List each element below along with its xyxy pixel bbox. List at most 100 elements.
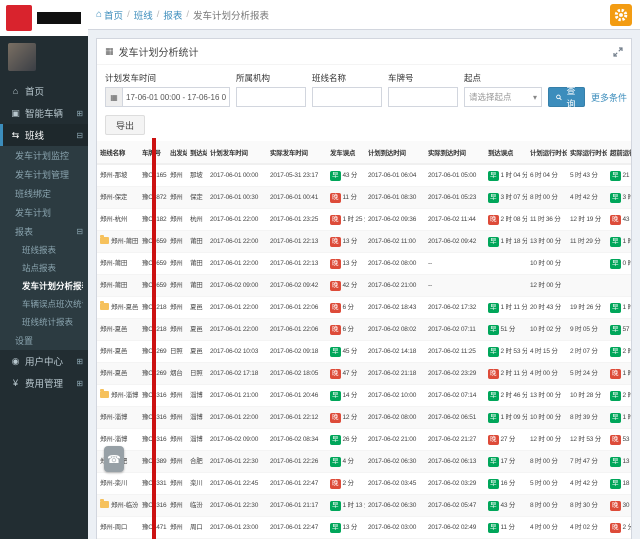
cell-route: 郑州-莆田 (97, 275, 139, 297)
filter-label: 所属机构 (236, 72, 306, 84)
report-table: 班线名称车牌号出发站到达站计划发车时间实际发车时间发车误点计划到达时间实际到达时… (97, 141, 631, 539)
sidebar-subitem[interactable]: 发车计划管理 (0, 165, 88, 184)
folder-icon[interactable] (100, 501, 109, 508)
column-header-adep[interactable]: 实际发车时间 (267, 141, 327, 164)
folder-icon[interactable] (100, 303, 109, 310)
expand-icon[interactable] (613, 47, 623, 57)
sidebar-item[interactable]: ⇆班线⊟ (0, 124, 88, 146)
plan-depart-time-input[interactable] (122, 87, 230, 107)
column-header-from[interactable]: 出发站 (167, 141, 187, 164)
filter-label: 班线名称 (312, 72, 382, 84)
cell-run: 早57 分 (607, 319, 631, 341)
sidebar-subitem[interactable]: 报表⊟ (0, 222, 88, 241)
breadcrumb-item[interactable]: 发车计划分析报表 (193, 8, 269, 22)
table-row[interactable]: 郑州-淄博豫C5316郑州淄博2017-06-01 21:002017-06-0… (97, 385, 631, 407)
filter-organization: 所属机构 (236, 72, 306, 107)
table-row[interactable]: 郑州-夏邑豫C3269日照夏邑2017-06-02 10:032017-06-0… (97, 341, 631, 363)
settings-gear-button[interactable] (610, 4, 632, 26)
expand-icon: ⊞ (76, 379, 83, 388)
cell-ad: 晚27 分 (485, 429, 527, 451)
table-row[interactable]: 郑州-夏邑豫C3218郑州夏邑2017-06-01 22:002017-06-0… (97, 297, 631, 319)
folder-icon[interactable] (100, 391, 109, 398)
early-badge: 早 (610, 391, 621, 401)
sidebar-item-label: 发车计划管理 (15, 168, 83, 181)
column-header-parr[interactable]: 计划到达时间 (365, 141, 425, 164)
cell-adep: 2017-06-02 09:42 (267, 275, 327, 297)
sidebar-subitem[interactable]: 发车计划 (0, 203, 88, 222)
sidebar-item[interactable]: ¥费用管理⊞ (0, 372, 88, 394)
table-row[interactable]: 郑州-夏邑豫C3269烟台日照2017-06-02 17:182017-06-0… (97, 363, 631, 385)
cell-dd: 晚2 分 (327, 473, 365, 495)
column-header-adur[interactable]: 实际运行时长 (567, 141, 607, 164)
cell-parr: 2017-06-02 21:00 (365, 275, 425, 297)
table-row[interactable]: 郑州-淄博豫C5316郑州淄博2017-06-01 22:002017-06-0… (97, 407, 631, 429)
sidebar-subitem[interactable]: 班线绑定 (0, 184, 88, 203)
sidebar-subitem[interactable]: 班线统计报表 (0, 313, 88, 331)
cell-adep: 2017-06-01 22:47 (267, 517, 327, 539)
report-panel: ▦ 发车计划分析统计 计划发车时间 ▦ 所属机构 (96, 38, 632, 539)
plate-number-input[interactable] (388, 87, 458, 107)
sidebar-subitem[interactable]: 设置 (0, 331, 88, 350)
folder-icon[interactable] (100, 237, 109, 244)
column-header-route[interactable]: 班线名称 (97, 141, 139, 164)
cell-pdep: 2017-06-02 17:18 (207, 363, 267, 385)
sidebar-subitem[interactable]: 发车计划分析报表 (0, 277, 88, 295)
sidebar-item[interactable]: ◉用户中心⊞ (0, 350, 88, 372)
origin-select-value: 请选择起点 (469, 91, 512, 103)
cell-from: 郑州 (167, 275, 187, 297)
cell-dd: 晚11 分 (327, 187, 365, 209)
sidebar-subitem[interactable]: 发车计划监控 (0, 146, 88, 165)
sidebar-subitem[interactable]: 车辆误点班次统计 (0, 295, 88, 313)
late-badge: 晚 (330, 259, 341, 269)
early-badge: 早 (488, 479, 499, 489)
app-logo[interactable] (6, 5, 32, 31)
late-badge: 晚 (330, 215, 341, 225)
cell-adep: 2017-06-02 09:18 (267, 341, 327, 363)
sidebar-submenu: 发车计划监控发车计划管理班线绑定发车计划报表⊟班线报表站点报表发车计划分析报表车… (0, 146, 88, 350)
breadcrumb-item[interactable]: ⌂首页 (96, 8, 123, 22)
table-row[interactable]: 郑州-合肥豫C7389郑州合肥2017-06-01 22:302017-06-0… (97, 451, 631, 473)
export-button[interactable]: 导出 (105, 115, 145, 135)
cell-adep: 2017-06-02 18:05 (267, 363, 327, 385)
table-row[interactable]: 郑州-夏邑豫C3218郑州夏邑2017-06-01 22:002017-06-0… (97, 319, 631, 341)
sidebar-item[interactable]: ▣智能车辆⊞ (0, 102, 88, 124)
column-header-ad[interactable]: 到达误点 (485, 141, 527, 164)
late-badge: 晚 (610, 215, 621, 225)
sidebar-item-label: 站点报表 (22, 262, 83, 274)
cell-pdur: 5 时 00 分 (527, 473, 567, 495)
column-header-dd[interactable]: 发车误点 (327, 141, 365, 164)
sidebar-subitem[interactable]: 班线报表 (0, 241, 88, 259)
cell-pdep: 2017-06-01 22:00 (207, 253, 267, 275)
early-badge: 早 (610, 303, 621, 313)
origin-select[interactable]: 请选择起点 ▾ (464, 87, 542, 107)
column-header-aarr[interactable]: 实际到达时间 (425, 141, 485, 164)
table-row[interactable]: 郑州-那坡豫C8165郑州那坡2017-06-01 00:002017-05-3… (97, 164, 631, 187)
table-row[interactable]: 郑州-保定豫C4872郑州保定2017-06-01 00:302017-06-0… (97, 187, 631, 209)
table-row[interactable]: 郑州-杭州豫C6182郑州杭州2017-06-01 22:002017-06-0… (97, 209, 631, 231)
sidebar-subitem[interactable]: 站点报表 (0, 259, 88, 277)
table-row[interactable]: 郑州-淄博豫C5316郑州淄博2017-06-02 09:002017-06-0… (97, 429, 631, 451)
column-header-pdur[interactable]: 计划运行时长 (527, 141, 567, 164)
column-header-pdep[interactable]: 计划发车时间 (207, 141, 267, 164)
column-header-to[interactable]: 到达站 (187, 141, 207, 164)
search-button[interactable]: 查询 (548, 87, 585, 107)
table-row[interactable]: 郑州-临汾豫C9316郑州临汾2017-06-01 22:302017-06-0… (97, 495, 631, 517)
column-header-run[interactable]: 超前运行 (607, 141, 631, 164)
breadcrumb-item[interactable]: 班线 (134, 8, 153, 22)
organization-input[interactable] (236, 87, 306, 107)
table-row[interactable]: 郑州-莆田豫C2659郑州莆田2017-06-01 22:002017-06-0… (97, 231, 631, 253)
table-row[interactable]: 郑州-莆田豫C2659郑州莆田2017-06-01 22:002017-06-0… (97, 253, 631, 275)
more-filters-link[interactable]: 更多条件 (591, 91, 627, 104)
sidebar-item[interactable]: ⌂首页 (0, 80, 88, 102)
route-name-input[interactable] (312, 87, 382, 107)
phone-contact-button[interactable]: ☎ (104, 446, 124, 472)
breadcrumb-item[interactable]: 报表 (163, 8, 182, 22)
table-row[interactable]: 郑州-莆田豫C2659郑州莆田2017-06-02 09:002017-06-0… (97, 275, 631, 297)
sidebar-item-label: 发车计划分析报表 (22, 280, 83, 292)
cell-to: 莆田 (187, 231, 207, 253)
cell-adur: 5 时 43 分 (567, 164, 607, 187)
cell-dd: 早26 分 (327, 429, 365, 451)
sidebar-item-label: 智能车辆 (25, 106, 74, 120)
table-row[interactable]: 郑州-栾川豫C5331郑州栾川2017-06-01 22:452017-06-0… (97, 473, 631, 495)
table-row[interactable]: 郑州-周口豫C2471郑州周口2017-06-01 23:002017-06-0… (97, 517, 631, 539)
